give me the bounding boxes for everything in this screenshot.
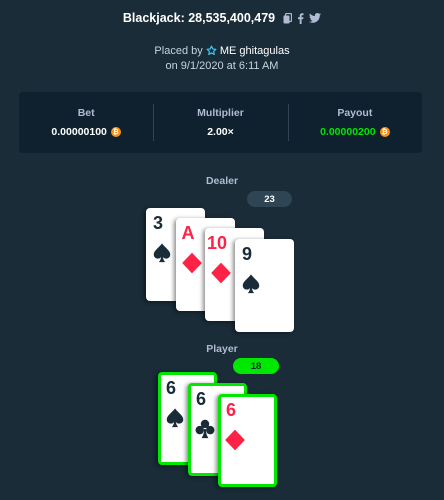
multiplier-value-row: 2.00×: [207, 126, 234, 138]
bitcoin-icon: ₿: [110, 127, 121, 137]
diamond-icon: [224, 429, 246, 451]
bitcoin-icon: ₿: [379, 127, 390, 137]
multiplier-value: 2.00×: [207, 126, 234, 138]
twitter-icon[interactable]: [309, 13, 322, 23]
bet-title-bar: Blackjack: 28,535,400,479: [0, 9, 444, 27]
bet-date: on 9/1/2020 at 6:11 AM: [165, 60, 279, 72]
spade-icon: [240, 273, 262, 295]
diamond-icon: [181, 252, 203, 274]
card-rank: 10: [206, 233, 228, 253]
facebook-icon[interactable]: [297, 12, 304, 24]
multiplier-label: Multiplier: [197, 107, 244, 119]
share-icons: [283, 12, 322, 24]
player-score-badge: 18: [233, 358, 279, 374]
star-icon: [206, 45, 217, 60]
payout-value-row: 0.00000200 ₿: [320, 126, 390, 138]
multiplier-stat: Multiplier 2.00×: [153, 92, 287, 153]
payout-label: Payout: [337, 107, 373, 119]
placed-by-prefix: Placed by: [154, 45, 203, 57]
card-rank: 6: [165, 378, 176, 398]
username-link[interactable]: ME ghitagulas: [220, 45, 290, 57]
player-card: 6: [218, 394, 277, 487]
bet-stat: Bet 0.00000100 ₿: [19, 92, 153, 153]
player-label: Player: [206, 343, 238, 355]
bet-value-row: 0.00000100 ₿: [51, 126, 121, 138]
bet-stats-panel: Bet 0.00000100 ₿ Multiplier 2.00× Payout…: [19, 92, 422, 153]
spade-icon: [164, 407, 186, 429]
card-rank: 3: [152, 213, 163, 233]
club-icon: [194, 418, 216, 440]
dealer-label: Dealer: [205, 175, 239, 187]
copy-icon[interactable]: [283, 12, 293, 24]
card-rank: A: [181, 223, 195, 243]
placed-by-line: Placed by ME ghitagulas: [0, 45, 444, 60]
spade-icon: [151, 242, 173, 264]
placed-by-info: Placed by ME ghitagulas on 9/1/2020 at 6…: [0, 45, 444, 73]
card-rank: 6: [225, 400, 236, 420]
payout-value: 0.00000200: [320, 126, 376, 138]
card-rank: 9: [241, 244, 252, 264]
card-rank: 6: [195, 389, 206, 409]
payout-stat: Payout 0.00000200 ₿: [287, 92, 422, 153]
bet-title: Blackjack: 28,535,400,479: [122, 11, 276, 25]
bet-value: 0.00000100: [51, 126, 107, 138]
dealer-card: 9: [235, 239, 294, 332]
bet-label: Bet: [77, 107, 95, 119]
dealer-score-badge: 23: [247, 191, 292, 207]
diamond-icon: [210, 262, 232, 284]
